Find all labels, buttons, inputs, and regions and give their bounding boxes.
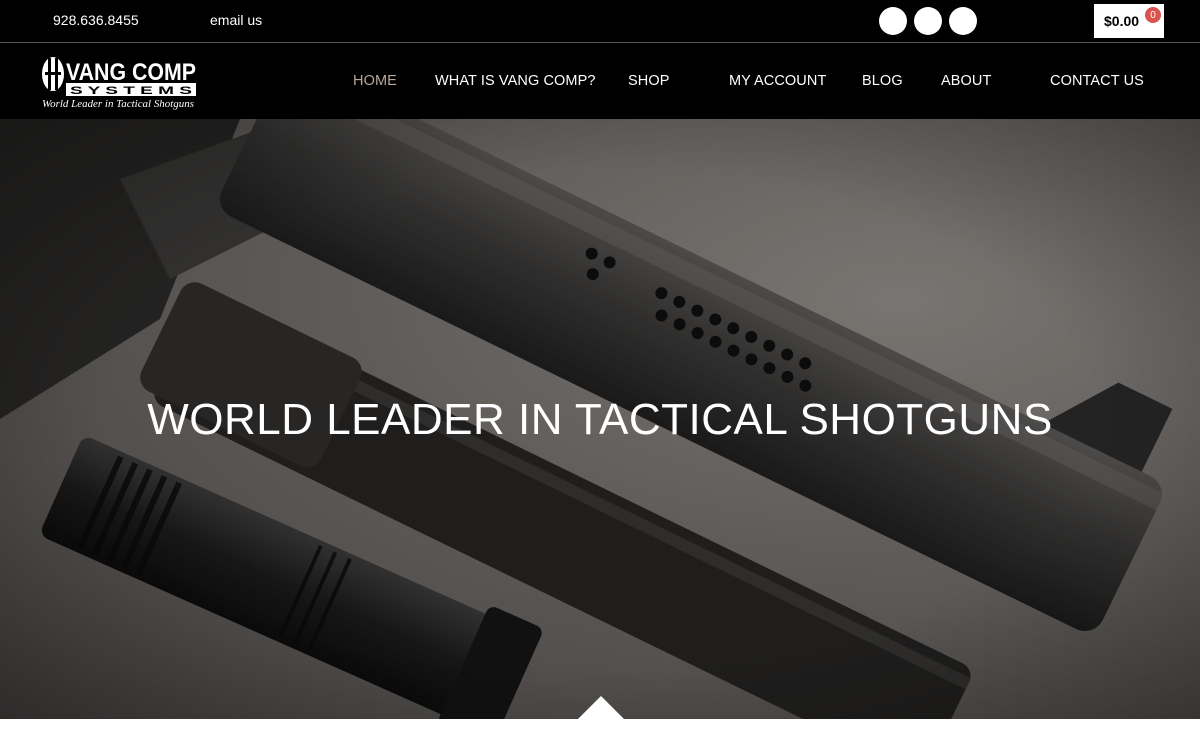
social-icon-2[interactable]: [914, 7, 942, 35]
vang-comp-logo[interactable]: VANG COMP S Y S T E M S World Leader in …: [40, 53, 200, 111]
logo-emblem: [42, 57, 64, 91]
nav-shop[interactable]: SHOP: [628, 73, 670, 89]
main-header: VANG COMP S Y S T E M S World Leader in …: [0, 43, 1200, 119]
social-icon-1[interactable]: [879, 7, 907, 35]
logo-tagline: World Leader in Tactical Shotguns: [42, 99, 194, 110]
nav-my-account[interactable]: MY ACCOUNT: [729, 73, 826, 89]
logo-line1: VANG COMP: [66, 59, 196, 86]
email-link[interactable]: email us: [210, 12, 262, 28]
cart-total: $0.00: [1104, 13, 1140, 29]
nav-home[interactable]: HOME: [353, 73, 397, 89]
page-content-start: [0, 719, 1200, 750]
top-bar: 928.636.8455 email us $0.00 0: [0, 0, 1200, 42]
cart-button[interactable]: $0.00 0: [1094, 4, 1164, 38]
scroll-down-arrow-icon[interactable]: [578, 696, 624, 719]
hero-title: WORLD LEADER IN TACTICAL SHOTGUNS: [147, 395, 1053, 444]
logo-line2: S Y S T E M S: [70, 85, 192, 97]
cart-count-badge: 0: [1145, 7, 1161, 23]
social-links: [879, 7, 977, 35]
nav-blog[interactable]: BLOG: [862, 73, 903, 89]
nav-about[interactable]: ABOUT: [941, 73, 991, 89]
hero-banner: WORLD LEADER IN TACTICAL SHOTGUNS: [0, 119, 1200, 719]
social-icon-3[interactable]: [949, 7, 977, 35]
nav-what-is-vang-comp[interactable]: WHAT IS VANG COMP?: [435, 73, 596, 89]
nav-contact-us[interactable]: CONTACT US: [1050, 73, 1144, 89]
phone-link[interactable]: 928.636.8455: [53, 12, 139, 28]
